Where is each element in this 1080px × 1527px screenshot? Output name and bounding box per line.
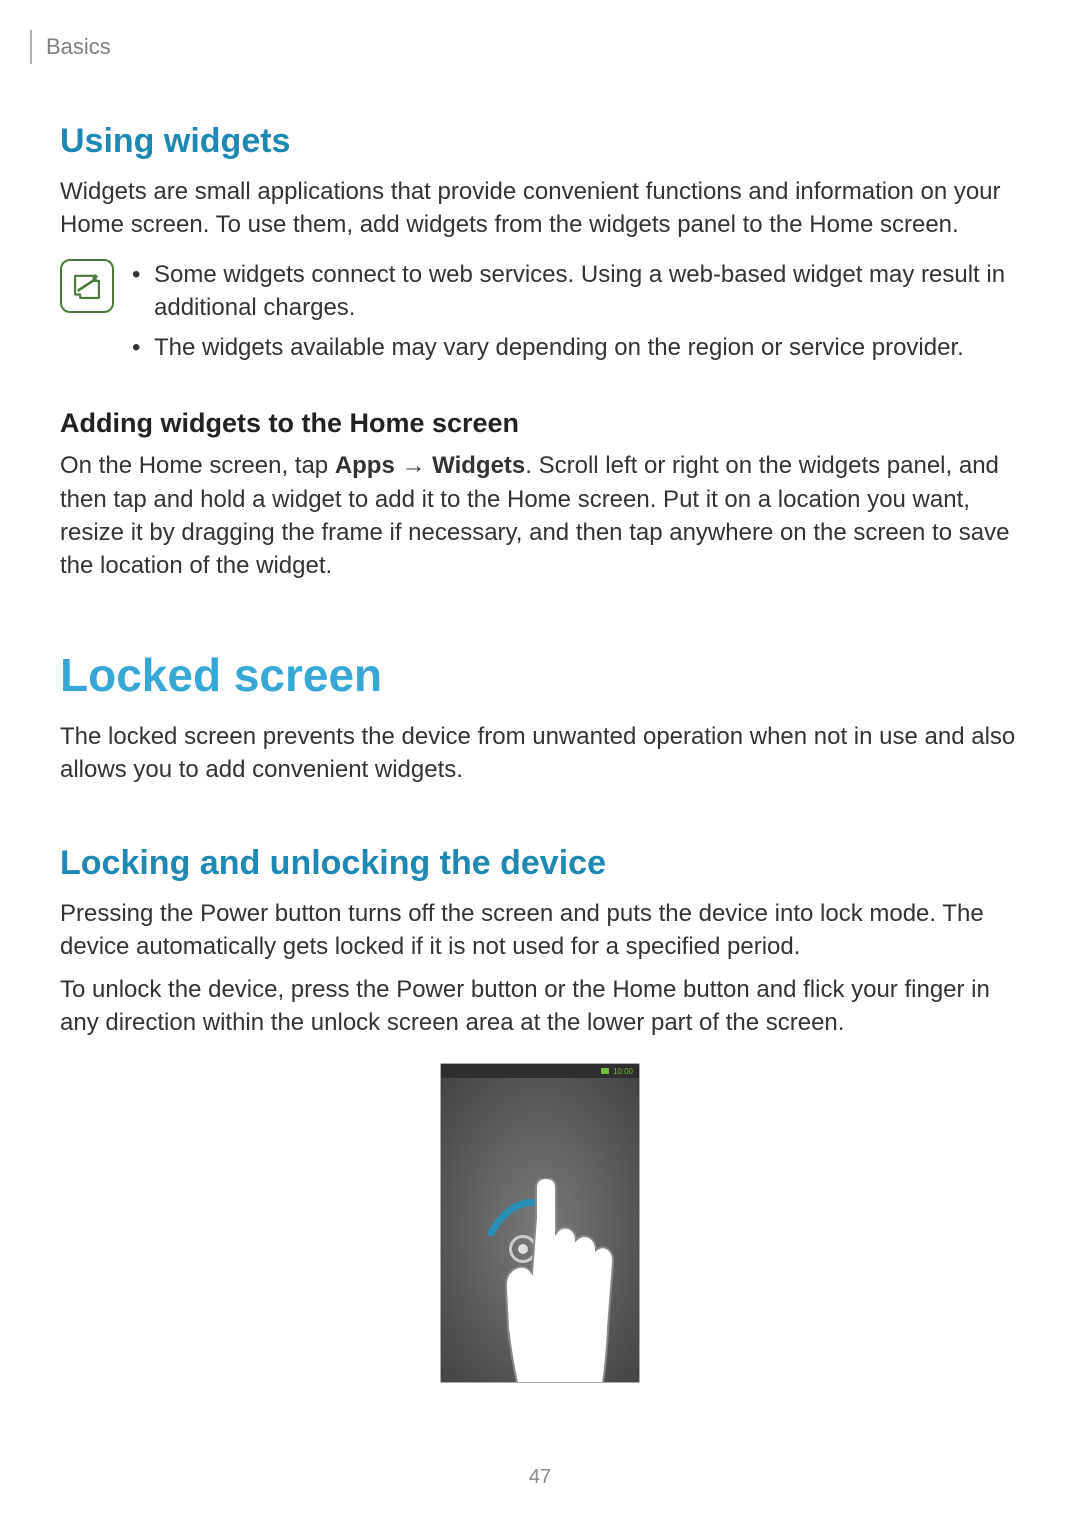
arrow-glyph: → <box>395 452 432 479</box>
page-header: Basics <box>30 30 1020 64</box>
paragraph-locked-screen-intro: The locked screen prevents the device fr… <box>60 720 1020 786</box>
figure-container: 10:00 <box>60 1049 1020 1383</box>
breadcrumb: Basics <box>46 34 111 60</box>
section-using-widgets: Using widgets <box>60 122 1020 161</box>
note-icon <box>60 259 114 313</box>
widgets-label: Widgets <box>432 452 525 479</box>
hand-pointer-icon <box>496 1178 640 1383</box>
page-number: 47 <box>0 1466 1080 1489</box>
text-fragment: On the Home screen, tap <box>60 452 335 479</box>
phone-body <box>441 1078 639 1382</box>
section-locked-screen: Locked screen <box>60 648 1020 702</box>
phone-screenshot: 10:00 <box>440 1063 640 1383</box>
note-block: Some widgets connect to web services. Us… <box>60 259 1020 372</box>
clock-label: 10:00 <box>613 1067 633 1076</box>
note-item: Some widgets connect to web services. Us… <box>132 259 1020 324</box>
paragraph-locking-p2: To unlock the device, press the Power bu… <box>60 973 1020 1039</box>
status-bar: 10:00 <box>441 1064 639 1078</box>
battery-icon <box>601 1068 609 1074</box>
paragraph-locking-p1: Pressing the Power button turns off the … <box>60 897 1020 963</box>
note-item: The widgets available may vary depending… <box>132 332 1020 364</box>
header-rule <box>30 30 32 64</box>
manual-page: Basics Using widgets Widgets are small a… <box>0 0 1080 1527</box>
paragraph-widgets-intro: Widgets are small applications that prov… <box>60 175 1020 241</box>
note-list: Some widgets connect to web services. Us… <box>132 259 1020 372</box>
apps-label: Apps <box>335 452 395 479</box>
paragraph-adding-widgets: On the Home screen, tap Apps → Widgets. … <box>60 449 1020 581</box>
subsection-adding-widgets: Adding widgets to the Home screen <box>60 408 1020 439</box>
section-locking-unlocking: Locking and unlocking the device <box>60 844 1020 883</box>
